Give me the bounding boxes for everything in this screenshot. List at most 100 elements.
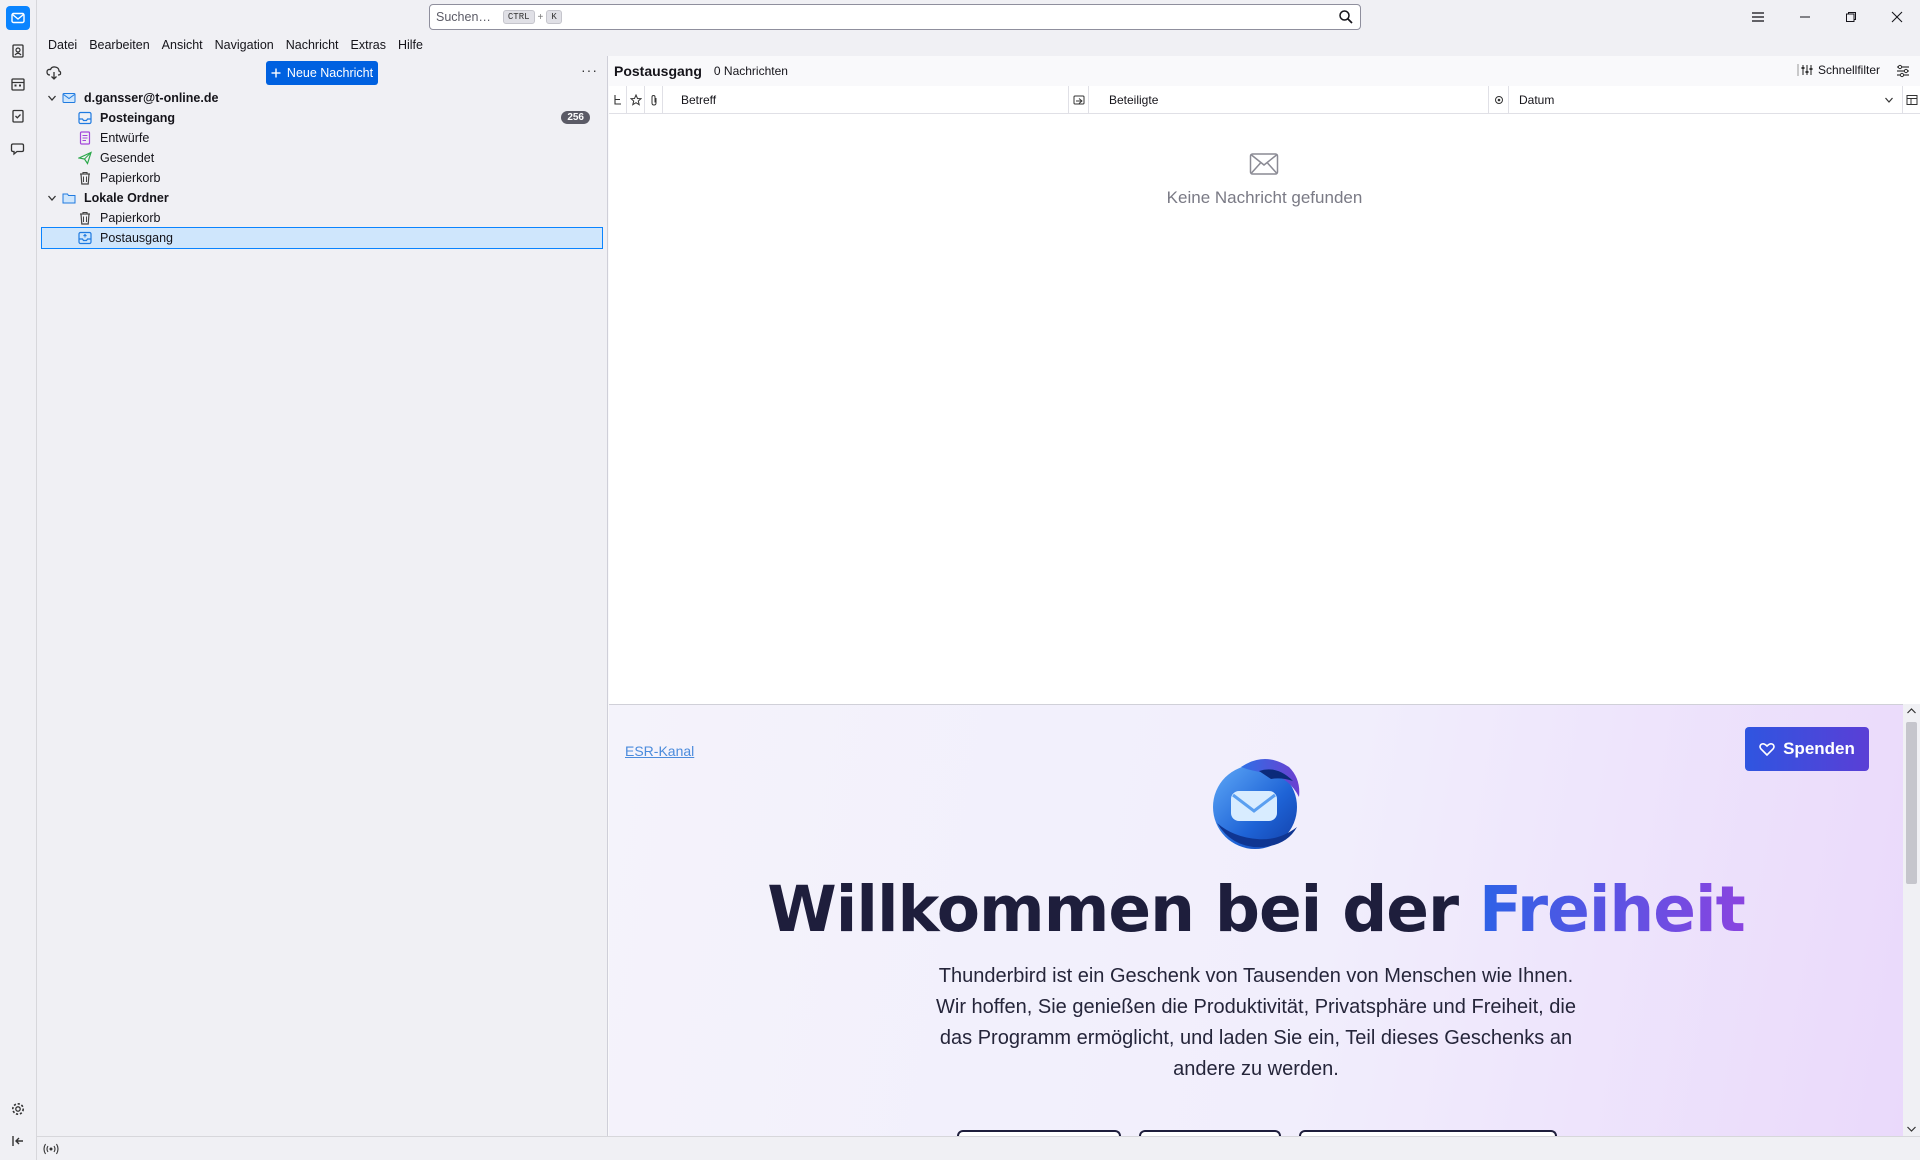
shortcut-plus: + — [537, 11, 544, 23]
intro-line: das Programm ermöglicht, und laden Sie e… — [939, 1027, 1573, 1049]
empty-mail-icon — [1249, 153, 1279, 175]
shortcut-key-k: K — [546, 10, 562, 24]
inbox-icon — [78, 111, 92, 125]
thread-pane-header: Postausgang 0 Nachrichten Schnellfilter — [609, 56, 1920, 86]
drafts-label: Entwürfe — [100, 131, 150, 145]
inbox-label: Posteingang — [100, 111, 176, 125]
online-status-icon[interactable] — [43, 1142, 59, 1156]
menu-ansicht[interactable]: Ansicht — [156, 38, 209, 52]
menu-bar: Datei Bearbeiten Ansicht Navigation Nach… — [37, 34, 1920, 56]
quick-filter-label: Schnellfilter — [1817, 63, 1880, 77]
menu-navigation[interactable]: Navigation — [209, 38, 280, 52]
get-messages-icon[interactable] — [45, 64, 63, 82]
current-folder-name: Postausgang — [614, 63, 702, 79]
restore-button[interactable] — [1828, 0, 1874, 34]
address-book-icon[interactable] — [6, 39, 30, 63]
start-page-scrollbar[interactable] — [1903, 704, 1920, 1136]
intro-text: Thunderbird ist ein Geschenk von Tausend… — [609, 961, 1903, 1085]
subject-column-header[interactable]: Betreff — [663, 86, 1069, 114]
unread-column-icon[interactable] — [1489, 86, 1509, 114]
thunderbird-logo-icon — [1213, 759, 1300, 849]
column-picker-icon[interactable] — [1903, 86, 1920, 114]
chat-icon[interactable] — [6, 137, 30, 161]
donate-button[interactable]: Spenden — [1745, 727, 1869, 771]
menu-nachricht[interactable]: Nachricht — [280, 38, 345, 52]
chevron-down-icon[interactable] — [46, 192, 58, 204]
folder-pane: Neue Nachricht ··· d.gansser@t-online.de… — [37, 56, 608, 1136]
intro-line: Thunderbird ist ein Geschenk von Tausend… — [938, 965, 1574, 987]
plus-icon — [271, 68, 281, 78]
scroll-down-icon — [1907, 1126, 1916, 1132]
search-placeholder: Suchen… — [436, 10, 491, 24]
settings-gear-icon[interactable] — [6, 1097, 30, 1121]
folder-pane-more-button[interactable]: ··· — [581, 62, 598, 78]
scrollbar-thumb[interactable] — [1906, 722, 1917, 884]
outbox-icon — [78, 231, 92, 245]
menu-hilfe[interactable]: Hilfe — [392, 38, 429, 52]
start-page: ESR-Kanal Spenden Willkommen bei der Fre… — [609, 704, 1903, 1136]
minimize-button[interactable] — [1782, 0, 1828, 34]
donate-label: Spenden — [1783, 739, 1855, 758]
sent-icon — [78, 151, 92, 165]
correspondents-column-header[interactable]: Beteiligte — [1089, 86, 1489, 114]
display-options-icon[interactable] — [1896, 64, 1910, 78]
message-count: 0 Nachrichten — [713, 64, 788, 78]
global-search-input[interactable]: Suchen… CTRL + K — [429, 4, 1361, 30]
divider-icon — [1797, 64, 1813, 76]
folder-account[interactable]: d.gansser@t-online.de — [42, 88, 602, 108]
thunderbird-window: Suchen… CTRL + K Datei Bearbeiten Ansich… — [0, 0, 1920, 1160]
new-message-label: Neue Nachricht — [286, 66, 374, 80]
folder-local-trash[interactable]: Papierkorb — [42, 208, 602, 228]
drafts-icon — [78, 131, 92, 145]
welcome-highlight: Freiheit — [1479, 873, 1746, 946]
scroll-up-icon — [1907, 708, 1916, 714]
folder-drafts[interactable]: Entwürfe — [42, 128, 602, 148]
close-button[interactable] — [1874, 0, 1920, 34]
search-icon[interactable] — [1338, 9, 1354, 25]
trash-icon — [78, 211, 92, 225]
menu-bearbeiten[interactable]: Bearbeiten — [83, 38, 155, 52]
chevron-down-icon[interactable] — [46, 92, 58, 104]
outbox-label: Postausgang — [100, 231, 173, 245]
app-menu-button[interactable] — [1741, 0, 1775, 34]
column-headers: Betreff Beteiligte Datum — [609, 86, 1920, 114]
title-bar: Suchen… CTRL + K — [37, 0, 1920, 34]
trash-label: Papierkorb — [100, 171, 161, 185]
close-icon — [1891, 11, 1903, 23]
welcome-prefix: Willkommen bei der — [767, 873, 1459, 946]
thread-column-icon[interactable] — [609, 86, 627, 114]
esr-channel-link[interactable]: ESR-Kanal — [625, 743, 694, 759]
folder-sent[interactable]: Gesendet — [42, 148, 602, 168]
menu-datei[interactable]: Datei — [42, 38, 83, 52]
local-folder-icon — [62, 191, 76, 205]
spaces-toolbar — [0, 0, 37, 1160]
collapse-spaces-icon[interactable] — [6, 1129, 30, 1153]
folder-pane-header: Neue Nachricht ··· — [37, 56, 607, 88]
star-column-icon[interactable] — [627, 86, 645, 114]
intro-line: Wir hoffen, Sie genießen die Produktivit… — [936, 996, 1576, 1018]
attachment-column-icon[interactable] — [645, 86, 663, 114]
welcome-heading: Willkommen bei der Freiheit — [609, 873, 1903, 946]
trash-icon — [78, 171, 92, 185]
calendar-icon[interactable] — [6, 72, 30, 96]
folder-outbox[interactable]: Postausgang — [41, 227, 603, 249]
folder-trash[interactable]: Papierkorb — [42, 168, 602, 188]
new-message-button[interactable]: Neue Nachricht — [266, 61, 378, 85]
date-column-label: Datum — [1519, 93, 1555, 107]
folder-local[interactable]: Lokale Ordner — [42, 188, 602, 208]
tasks-icon[interactable] — [6, 104, 30, 128]
mail-space-icon[interactable] — [6, 6, 30, 30]
unread-count-badge: 256 — [561, 111, 590, 124]
shortcut-key-ctrl: CTRL — [502, 10, 535, 24]
date-column-header[interactable]: Datum — [1509, 86, 1903, 114]
quick-filter-button[interactable]: Schnellfilter — [1797, 63, 1880, 77]
menu-extras[interactable]: Extras — [345, 38, 392, 52]
folder-inbox[interactable]: Posteingang 256 — [42, 108, 602, 128]
minimize-icon — [1800, 16, 1810, 18]
empty-state-text: Keine Nachricht gefunden — [1166, 188, 1363, 207]
correspondent-icon[interactable] — [1069, 86, 1089, 114]
restore-icon — [1846, 12, 1856, 22]
folder-tree: d.gansser@t-online.de Posteingang 256 En… — [37, 88, 607, 249]
account-name: d.gansser@t-online.de — [84, 91, 219, 105]
sort-chevron-down-icon — [1885, 97, 1893, 103]
